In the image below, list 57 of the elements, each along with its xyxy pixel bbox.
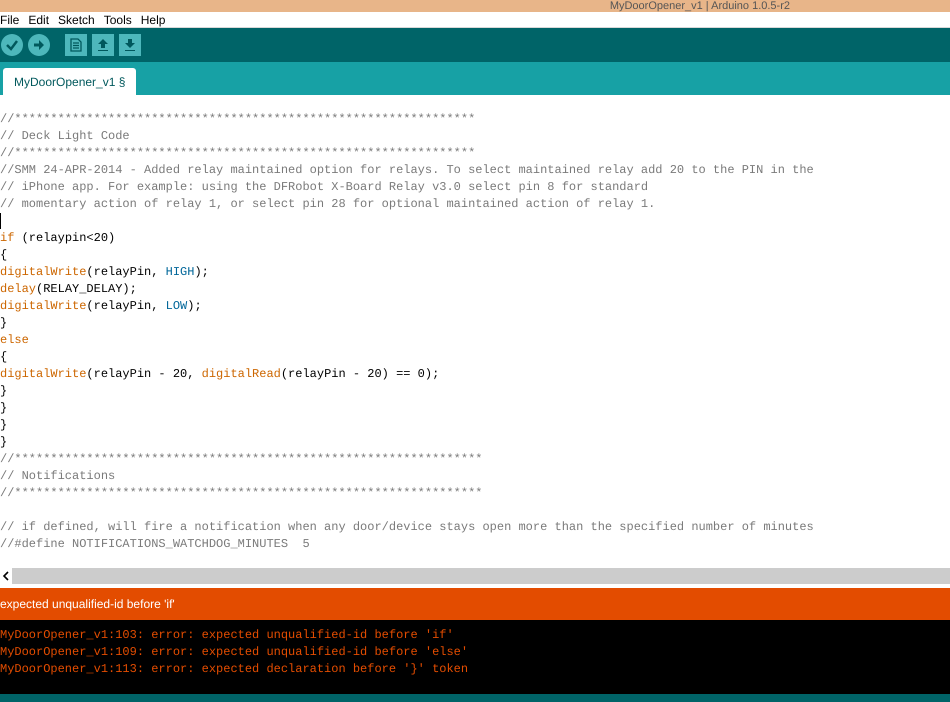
code-token: delay: [0, 281, 36, 298]
code-token: // momentary action of relay 1, or select pin 28 for optional maintained action of relay 1.: [0, 196, 656, 213]
code-token: (relayPin - 20,: [86, 366, 196, 383]
code-token: digitalWrite: [0, 298, 86, 315]
code-token: digitalRead: [202, 366, 281, 383]
code-token: (RELAY_DELAY);: [36, 281, 137, 298]
code-token: //*****************************************************************: [0, 485, 482, 502]
code-token: }: [0, 383, 8, 400]
code-token: // Notifications: [0, 468, 116, 485]
up-arrow-icon: [96, 38, 110, 52]
console-line: MyDoorOpener_v1:103: error: expected unqualified-id before 'if': [0, 627, 455, 644]
code-token: );: [187, 298, 202, 315]
code-token: //SMM 24-APR-2014 - Added relay maintained option for relays. To select maintained relay add 20 to the PIN in the: [0, 162, 814, 179]
menu-item[interactable]: Help: [140, 12, 166, 26]
code-token: if: [0, 230, 14, 247]
code-token: LOW: [166, 298, 188, 315]
code-token: // iPhone app. For example: using the DFRobot X-Board Relay v3.0 select pin 8 for standard: [0, 179, 648, 196]
console-line: MyDoorOpener_v1:113: error: expected declaration before '}' token: [0, 661, 470, 678]
upload-button[interactable]: [28, 34, 50, 56]
code-token: //#define NOTIFICATIONS_WATCHDOG_MINUTES 5: [0, 536, 310, 553]
code-token: digitalWrite: [0, 366, 86, 383]
code-token: {: [0, 247, 8, 264]
code-token: (relayPin,: [86, 298, 160, 315]
code-token: // Deck Light Code: [0, 128, 130, 145]
code-token: }: [0, 400, 8, 417]
code-token: // if defined, will fire a notification when any door/device stays open more than the specified number of minutes: [0, 519, 814, 536]
code-token: {: [0, 349, 8, 366]
new-button[interactable]: [65, 34, 87, 56]
code-token: }: [0, 315, 8, 332]
menu-item[interactable]: Tools: [104, 12, 132, 26]
menu-item[interactable]: Edit: [28, 12, 50, 26]
save-button[interactable]: [119, 34, 141, 56]
code-token: digitalWrite: [0, 264, 86, 281]
console-line: MyDoorOpener_v1:109: error: expected unqualified-id before 'else': [0, 644, 470, 661]
code-token: }: [0, 417, 8, 434]
down-arrow-icon: [123, 38, 137, 52]
document-icon: [70, 38, 82, 52]
code-token: //****************************************************************: [0, 145, 476, 162]
sketch-tab[interactable]: MyDoorOpener_v1 §: [3, 68, 136, 95]
code-token: //****************************************************************: [0, 111, 476, 128]
horizontal-scrollbar[interactable]: [0, 568, 950, 584]
code-token: (relayPin - 20) == 0);: [280, 366, 440, 383]
verify-button[interactable]: [1, 34, 23, 56]
right-arrow-icon: [32, 38, 46, 52]
code-token: (relaypin<20): [20, 230, 116, 247]
menu-item[interactable]: File: [0, 12, 20, 26]
window-title: MyDoorOpener_v1 | Arduino 1.0.5-r2: [610, 0, 790, 12]
checkmark-icon: [5, 38, 19, 52]
menu-item[interactable]: Sketch: [58, 12, 95, 26]
code-token: );: [194, 264, 209, 281]
code-token: //*****************************************************************: [0, 451, 482, 468]
code-token: (relayPin,: [86, 264, 160, 281]
code-token: }: [0, 434, 8, 451]
status-message: expected unqualified-id before 'if': [0, 596, 175, 613]
code-token: else: [0, 332, 29, 349]
code-token: HIGH: [166, 264, 194, 281]
open-button[interactable]: [92, 34, 114, 56]
